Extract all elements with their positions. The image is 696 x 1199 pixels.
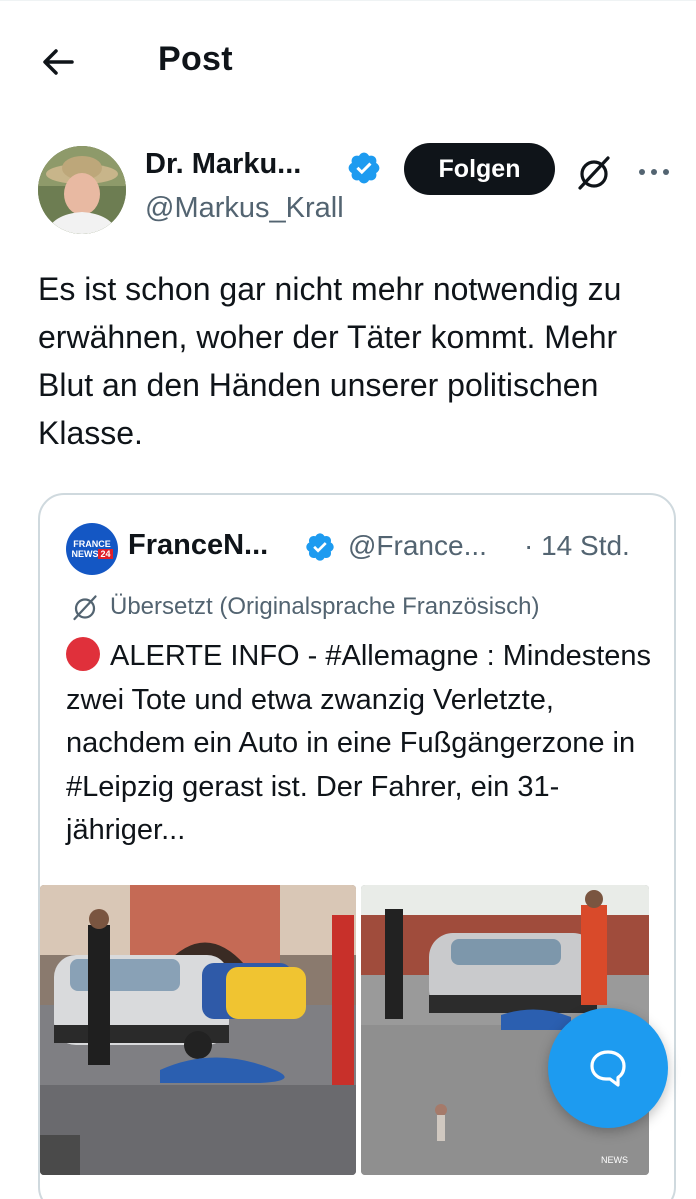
quoted-author-name: FranceN... xyxy=(128,529,269,561)
follow-button[interactable]: Folgen xyxy=(404,143,555,195)
author-avatar-image xyxy=(38,146,126,234)
svg-text:NEWS: NEWS xyxy=(601,1155,628,1165)
quoted-timestamp: · 14 Std. xyxy=(524,530,630,561)
quoted-avatar: FRANCE NEWS 24 xyxy=(66,523,118,575)
post-text: Es ist schon gar nicht mehr notwendig zu… xyxy=(38,271,622,451)
grok-translate-icon xyxy=(73,595,97,621)
quoted-avatar-line1: FRANCE xyxy=(73,539,111,549)
quoted-author-handle: @France... xyxy=(348,530,487,561)
arrow-left-icon xyxy=(43,49,74,75)
author-handle[interactable]: @Markus_Krall xyxy=(145,192,344,225)
media-image-1[interactable] xyxy=(40,885,356,1175)
more-horizontal-icon[interactable] xyxy=(636,154,672,190)
quoted-verified-badge-icon xyxy=(306,533,334,561)
post-header: Post xyxy=(0,0,696,120)
quoted-post-body: ALERTE INFO - #Allemagne : Mindestens zw… xyxy=(66,640,652,846)
translation-label: Übersetzt (Originalsprache Französisch) xyxy=(110,593,540,620)
verified-badge-icon xyxy=(348,152,380,184)
reply-fab-button[interactable] xyxy=(548,1008,668,1128)
author-name[interactable]: Dr. Marku... xyxy=(145,148,301,181)
quoted-avatar-news: NEWS xyxy=(71,549,99,559)
grok-icon[interactable] xyxy=(574,152,614,192)
media-image-1-content xyxy=(40,885,356,1175)
author-avatar[interactable] xyxy=(38,146,126,234)
back-button[interactable] xyxy=(36,40,80,84)
quoted-post-text: ALERTE INFO - #Allemagne : Mindestens zw… xyxy=(66,635,666,853)
translation-note[interactable]: Übersetzt (Originalsprache Französisch) xyxy=(70,592,539,622)
red-circle-icon xyxy=(66,637,100,671)
quoted-avatar-24: 24 xyxy=(98,549,113,559)
quoted-avatar-line2: NEWS 24 xyxy=(71,549,113,559)
page-title: Post xyxy=(158,40,233,78)
reply-bubble-icon xyxy=(590,1050,626,1087)
